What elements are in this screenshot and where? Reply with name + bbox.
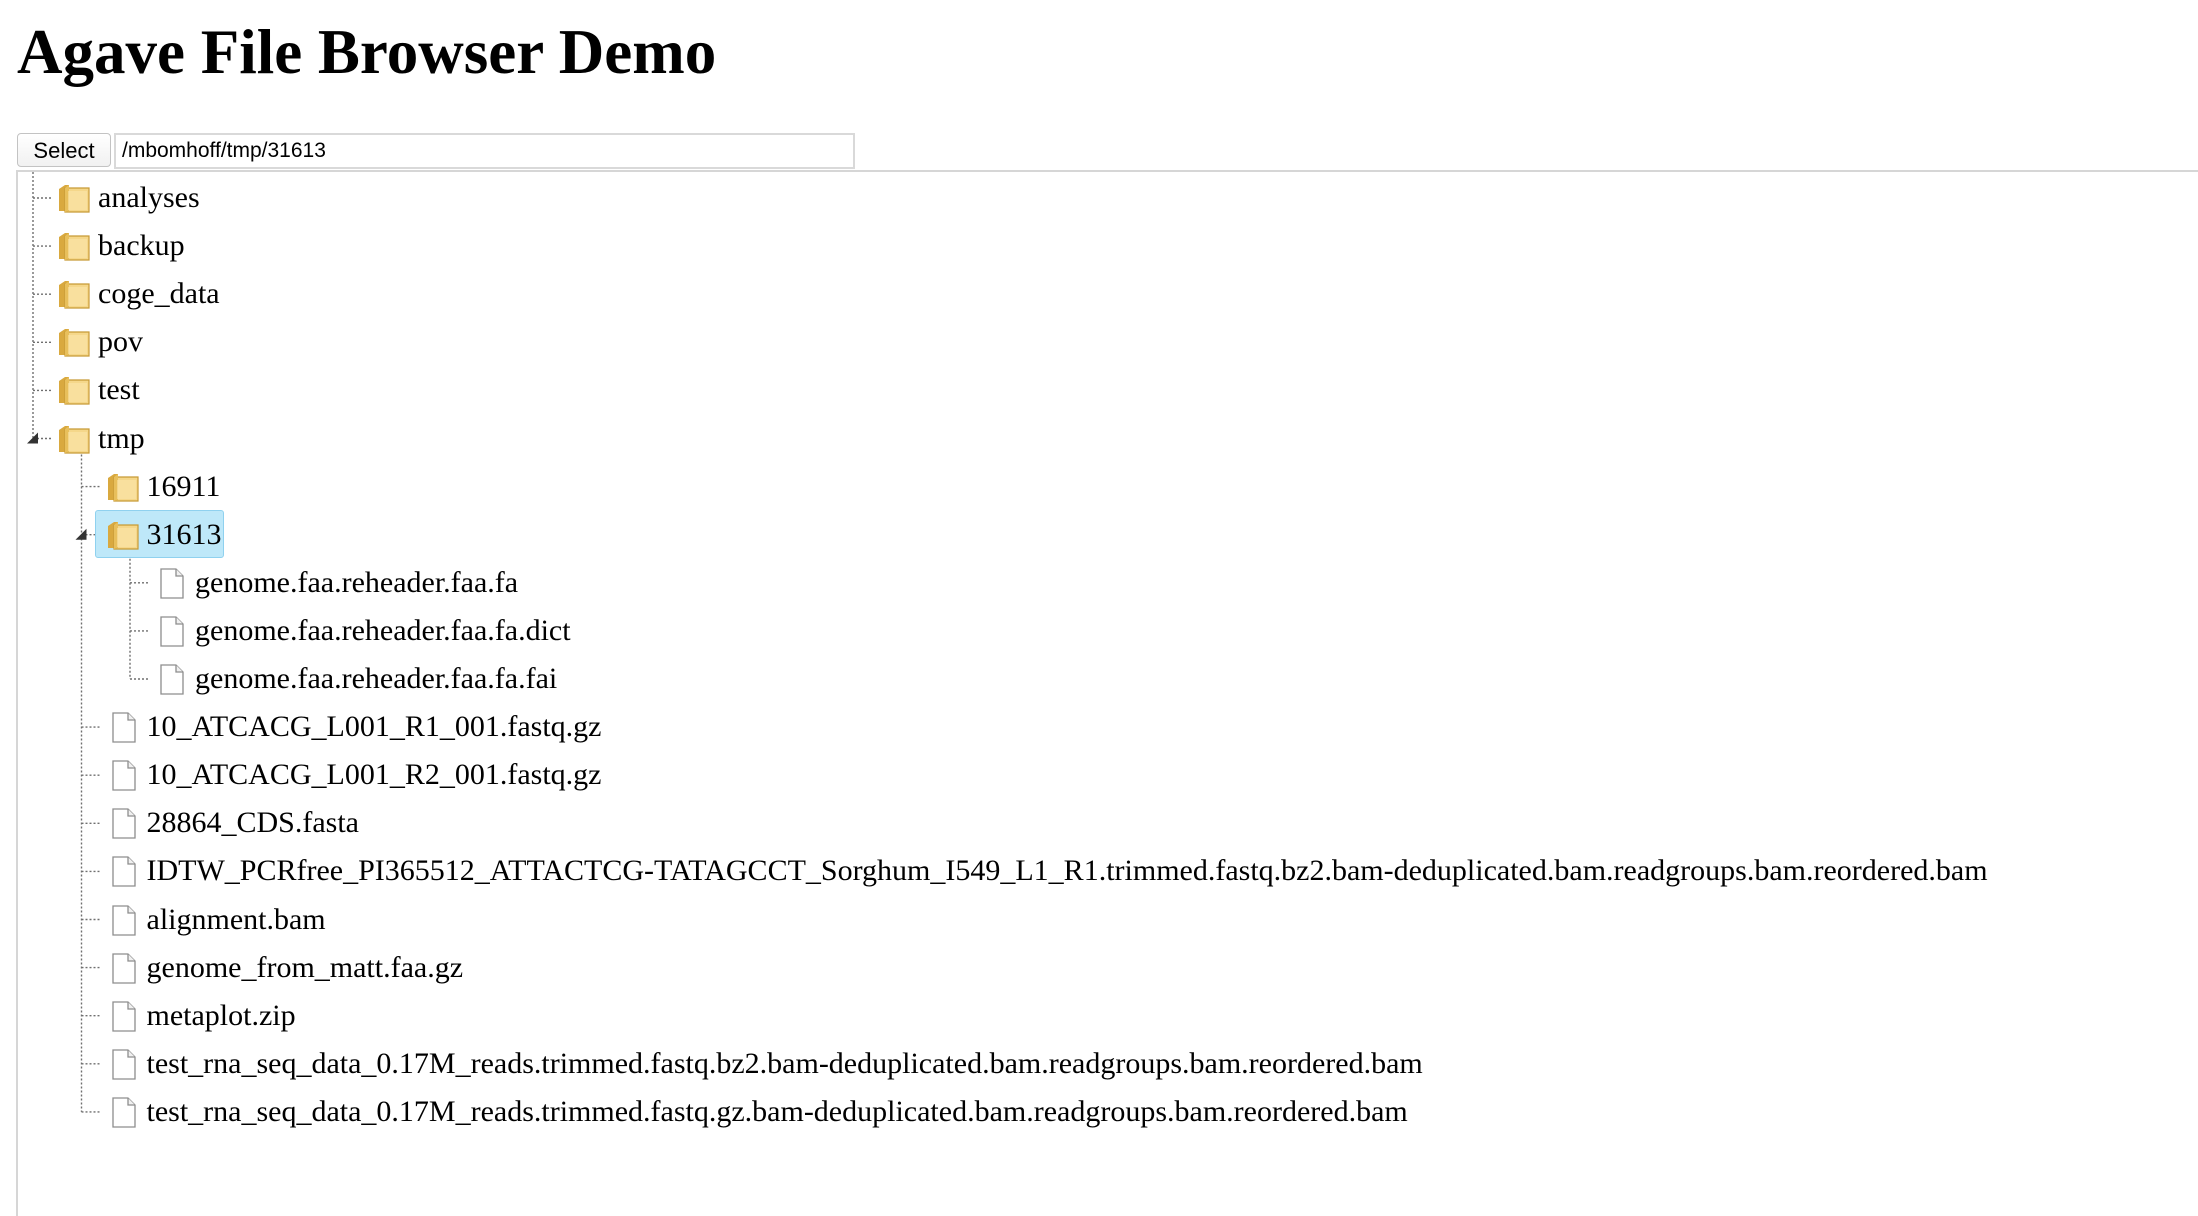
folder-icon <box>59 233 90 261</box>
folder-icon <box>59 377 90 405</box>
file-icon <box>111 1097 136 1128</box>
tree-item-label[interactable]: backup <box>98 224 185 268</box>
file-icon <box>111 808 136 839</box>
tree-item-label[interactable]: metaplot.zip <box>147 994 296 1038</box>
folder-icon <box>107 521 139 550</box>
page-title: Agave File Browser Demo <box>17 17 717 87</box>
tree-item-label[interactable]: analyses <box>98 176 200 220</box>
tree-item-label[interactable]: test <box>98 368 140 412</box>
tree-item-label[interactable]: tmp <box>98 417 145 461</box>
tree-item-label[interactable]: alignment.bam <box>147 898 326 942</box>
tree-item-label[interactable]: test_rna_seq_data_0.17M_reads.trimmed.fa… <box>147 1090 1408 1134</box>
folder-icon <box>59 281 90 309</box>
file-icon <box>111 856 136 888</box>
file-icon <box>111 1001 136 1032</box>
tree-item-label[interactable]: test_rna_seq_data_0.17M_reads.trimmed.fa… <box>147 1042 1423 1086</box>
path-input[interactable] <box>114 133 855 169</box>
tree-item-label[interactable]: 10_ATCACG_L001_R1_001.fastq.gz <box>147 705 602 749</box>
tree-item-label[interactable]: genome.faa.reheader.faa.fa.fai <box>195 657 557 701</box>
tree-item-label[interactable]: genome.faa.reheader.faa.fa.dict <box>195 609 571 653</box>
tree-item-label[interactable]: 10_ATCACG_L001_R2_001.fastq.gz <box>147 753 602 797</box>
file-icon <box>111 904 136 936</box>
folder-icon <box>59 185 90 213</box>
folder-icon <box>107 473 139 502</box>
folder-icon <box>59 329 90 357</box>
file-icon <box>160 664 184 695</box>
tree-item-label[interactable]: 31613 <box>147 513 222 557</box>
file-icon <box>111 1049 136 1080</box>
tree-item-label[interactable]: 28864_CDS.fasta <box>147 801 360 845</box>
tree-item-label[interactable]: 16911 <box>147 465 221 509</box>
file-icon <box>160 568 184 599</box>
tree-item-label[interactable]: IDTW_PCRfree_PI365512_ATTACTCG-TATAGCCT_… <box>147 849 1988 893</box>
file-icon <box>111 952 136 984</box>
folder-icon <box>59 425 90 454</box>
tree-item-label[interactable]: pov <box>98 320 143 364</box>
file-icon <box>111 712 136 743</box>
file-icon <box>111 760 136 791</box>
file-tree: analyses backup coge_data pov test tmp 1… <box>16 170 2198 1216</box>
tree-item-label[interactable]: genome.faa.reheader.faa.fa <box>195 561 518 605</box>
tree-item-label[interactable]: coge_data <box>98 272 220 316</box>
expand-toggle-icon[interactable] <box>75 528 87 540</box>
file-icon <box>160 616 184 647</box>
expand-toggle-icon[interactable] <box>27 432 38 444</box>
tree-item-label[interactable]: genome_from_matt.faa.gz <box>147 946 464 990</box>
select-button[interactable]: Select <box>17 133 111 167</box>
